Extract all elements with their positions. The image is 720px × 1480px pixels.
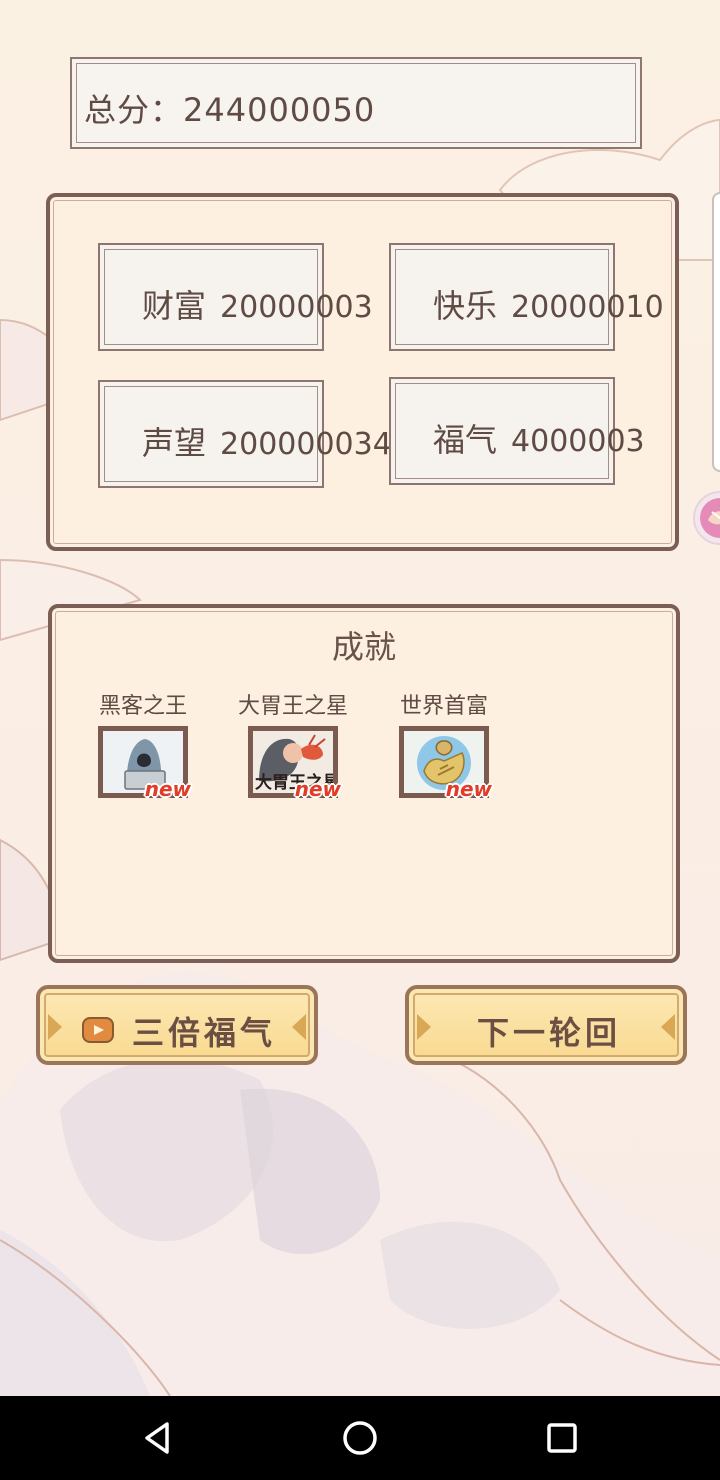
- achievement-item-richest[interactable]: 世界首富 new: [369, 688, 519, 801]
- stats-panel: 财富 20000003 快乐 20000010 声望 200000034 福气 4000…: [46, 193, 679, 551]
- stat-card-wealth: 财富 20000003: [98, 243, 373, 351]
- achievements-title: 成就: [331, 628, 396, 666]
- game-scene: 总分：244000050 财富 20000003 快乐 20000010 声望 200…: [0, 0, 720, 1396]
- total-score-box: 总分：244000050: [70, 57, 642, 149]
- stat-value: 20000003: [220, 290, 373, 325]
- achievement-name: 世界首富: [399, 694, 488, 719]
- achievement-name: 大胃王之星: [237, 694, 348, 719]
- stat-card-happiness: 快乐 20000010: [389, 243, 664, 351]
- next-life-label: 下一轮回: [477, 1014, 622, 1052]
- total-score-text: 总分：244000050: [84, 85, 375, 131]
- navigation-bar: [0, 1396, 720, 1480]
- arrow-left-icon: [661, 1014, 675, 1040]
- home-icon[interactable]: [338, 1416, 382, 1460]
- video-ad-icon: [82, 1017, 114, 1043]
- total-score-label: 总分：: [84, 91, 184, 129]
- arrow-left-icon: [292, 1014, 306, 1040]
- total-score-value: 244000050: [183, 91, 376, 129]
- stat-value: 4000003: [511, 424, 645, 459]
- achievement-name: 黑客之王: [98, 694, 187, 719]
- next-life-button[interactable]: 下一轮回: [405, 985, 687, 1065]
- stat-label: 声望: [142, 424, 207, 462]
- new-badge: new: [144, 777, 191, 801]
- new-badge: new: [445, 777, 492, 801]
- stat-label: 财富: [142, 287, 207, 325]
- triple-fortune-label: 三倍福气: [132, 1014, 277, 1052]
- achievement-item-big-eater[interactable]: 大胃王之星 大胃王之星 new: [218, 688, 368, 801]
- achievement-frame: new: [399, 726, 492, 801]
- stat-card-reputation: 声望 200000034: [98, 380, 392, 488]
- arrow-right-icon: [417, 1014, 431, 1040]
- recent-apps-icon[interactable]: [540, 1416, 584, 1460]
- stat-label: 福气: [433, 421, 498, 459]
- achievement-item-hacker[interactable]: 黑客之王 new: [68, 688, 218, 801]
- back-icon[interactable]: [137, 1416, 181, 1460]
- arrow-right-icon: [48, 1014, 62, 1040]
- new-badge: new: [294, 777, 341, 801]
- triple-fortune-button[interactable]: 三倍福气: [36, 985, 318, 1065]
- stat-label: 快乐: [433, 287, 498, 325]
- stat-value: 20000010: [511, 290, 664, 325]
- stat-value: 200000034: [220, 427, 392, 462]
- achievements-panel: 成就 黑客之王 new 大胃王之星 大胃王之星 new 世界首富 new: [48, 604, 680, 963]
- achievement-frame: new: [98, 726, 191, 801]
- achievement-frame: 大胃王之星 new: [248, 726, 341, 801]
- side-drawer-tab[interactable]: [712, 192, 720, 472]
- stat-card-fortune: 福气 4000003: [389, 377, 645, 485]
- floating-avatar-icon[interactable]: [690, 490, 720, 546]
